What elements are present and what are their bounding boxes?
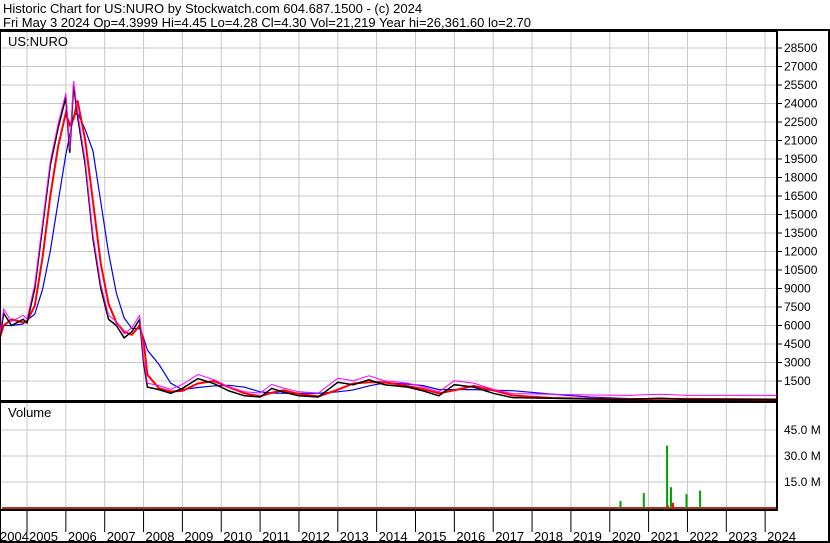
price-tick-label: 9000 xyxy=(784,282,811,296)
year-label: 2010 xyxy=(223,529,252,543)
price-tick-label: 22500 xyxy=(784,115,818,129)
volume-bar xyxy=(666,505,669,508)
price-tick-label: 3000 xyxy=(784,356,811,370)
price-tick-label: 25500 xyxy=(784,78,818,92)
volume-bar xyxy=(619,501,622,508)
year-label: 2012 xyxy=(301,529,330,543)
frame xyxy=(0,29,830,543)
year-label: 2018 xyxy=(534,529,563,543)
price-tick-label: 19500 xyxy=(784,152,818,166)
volume-label: Volume xyxy=(8,405,51,420)
year-label: 2015 xyxy=(418,529,447,543)
price-tick-label: 16500 xyxy=(784,189,818,203)
volume-tick-label: 45.0 M xyxy=(784,423,821,437)
price-tick-label: 24000 xyxy=(784,97,818,111)
year-label: 2022 xyxy=(689,529,718,543)
year-label: 2004 xyxy=(0,529,29,543)
year-label: 2005 xyxy=(29,529,58,543)
price-tick-label: 6000 xyxy=(784,319,811,333)
price-tick-label: 4500 xyxy=(784,337,811,351)
volume-bar xyxy=(669,487,672,508)
price-tick-label: 12000 xyxy=(784,245,818,259)
price-line xyxy=(0,84,777,401)
long-moving-average-line xyxy=(0,111,777,400)
year-label: 2014 xyxy=(379,529,408,543)
year-label: 2006 xyxy=(68,529,97,543)
short-moving-average-line xyxy=(0,100,777,401)
year-label: 2016 xyxy=(456,529,485,543)
price-tick-label: 13500 xyxy=(784,226,818,240)
year-label: 2011 xyxy=(262,529,290,543)
symbol-label: US:NURO xyxy=(8,34,68,49)
year-label: 2017 xyxy=(495,529,524,543)
price-panel xyxy=(0,30,778,402)
volume-bar xyxy=(685,494,688,508)
year-label: 2013 xyxy=(340,529,369,543)
volume-bar xyxy=(699,490,702,508)
price-tick-label: 7500 xyxy=(784,300,811,314)
price-tick-label: 1500 xyxy=(784,374,811,388)
chart-svg: US:NURO Volume 2004 2005 2006 2007 2008 2009 2… xyxy=(0,29,830,543)
year-label: 2019 xyxy=(573,529,602,543)
year-label: 2007 xyxy=(107,529,136,543)
volume-bar xyxy=(666,445,669,508)
volume-bar xyxy=(671,502,674,508)
price-tick-label: 28500 xyxy=(784,41,818,55)
year-label: 2009 xyxy=(184,529,213,543)
year-label: 2024 xyxy=(767,529,796,543)
price-tick-label: 21000 xyxy=(784,134,818,148)
year-label: 2008 xyxy=(146,529,175,543)
year-label: 2023 xyxy=(728,529,757,543)
chart-window: Historic Chart for US:NURO by Stockwatch… xyxy=(0,0,830,543)
volume-tick-label: 30.0 M xyxy=(784,449,821,463)
volume-tick-label: 15.0 M xyxy=(784,475,821,489)
volume-bar xyxy=(642,493,645,508)
year-label: 2020 xyxy=(612,529,641,543)
price-tick-label: 27000 xyxy=(784,60,818,74)
price-tick-label: 10500 xyxy=(784,263,818,277)
year-label: 2021 xyxy=(651,529,680,543)
price-high-line xyxy=(0,80,777,396)
price-tick-label: 18000 xyxy=(784,171,818,185)
price-tick-label: 15000 xyxy=(784,208,818,222)
